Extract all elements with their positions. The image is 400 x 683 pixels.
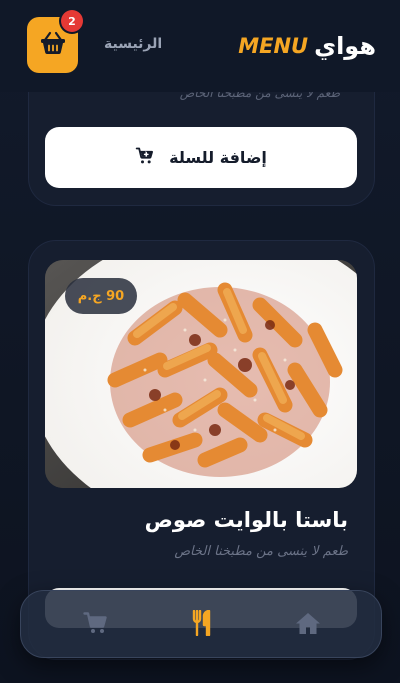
cart-plus-icon bbox=[135, 146, 155, 170]
nav-menu-button[interactable] bbox=[187, 609, 217, 640]
brand-logo: MENU هواي bbox=[238, 28, 376, 64]
dish-title: باستا بالوايت صوص bbox=[144, 508, 348, 532]
add-to-cart-button[interactable]: إضافة للسلة bbox=[45, 127, 357, 188]
nav-home-button[interactable] bbox=[293, 611, 323, 639]
bottom-nav-bar bbox=[20, 590, 382, 658]
home-icon bbox=[295, 611, 321, 639]
cart-count-badge: 2 bbox=[61, 10, 83, 32]
nav-cart-button[interactable] bbox=[81, 611, 111, 639]
add-to-cart-label: إضافة للسلة bbox=[169, 148, 267, 167]
home-link[interactable]: الرئيسية bbox=[104, 36, 162, 52]
top-header: 2 الرئيسية MENU هواي bbox=[0, 0, 400, 92]
brand-menu-text: MENU bbox=[238, 34, 309, 58]
price-badge: 90 ج.م bbox=[65, 278, 137, 314]
dish-description: طعم لا ينسى من مطبخنا الخاص bbox=[174, 544, 348, 559]
cart-icon bbox=[83, 611, 109, 639]
basket-icon bbox=[40, 31, 66, 59]
fork-knife-icon bbox=[191, 609, 213, 640]
brand-name: هواي bbox=[314, 32, 376, 60]
app-screen: طعم لا ينسى من مطبخنا الخاص إضافة للسلة bbox=[0, 0, 400, 683]
